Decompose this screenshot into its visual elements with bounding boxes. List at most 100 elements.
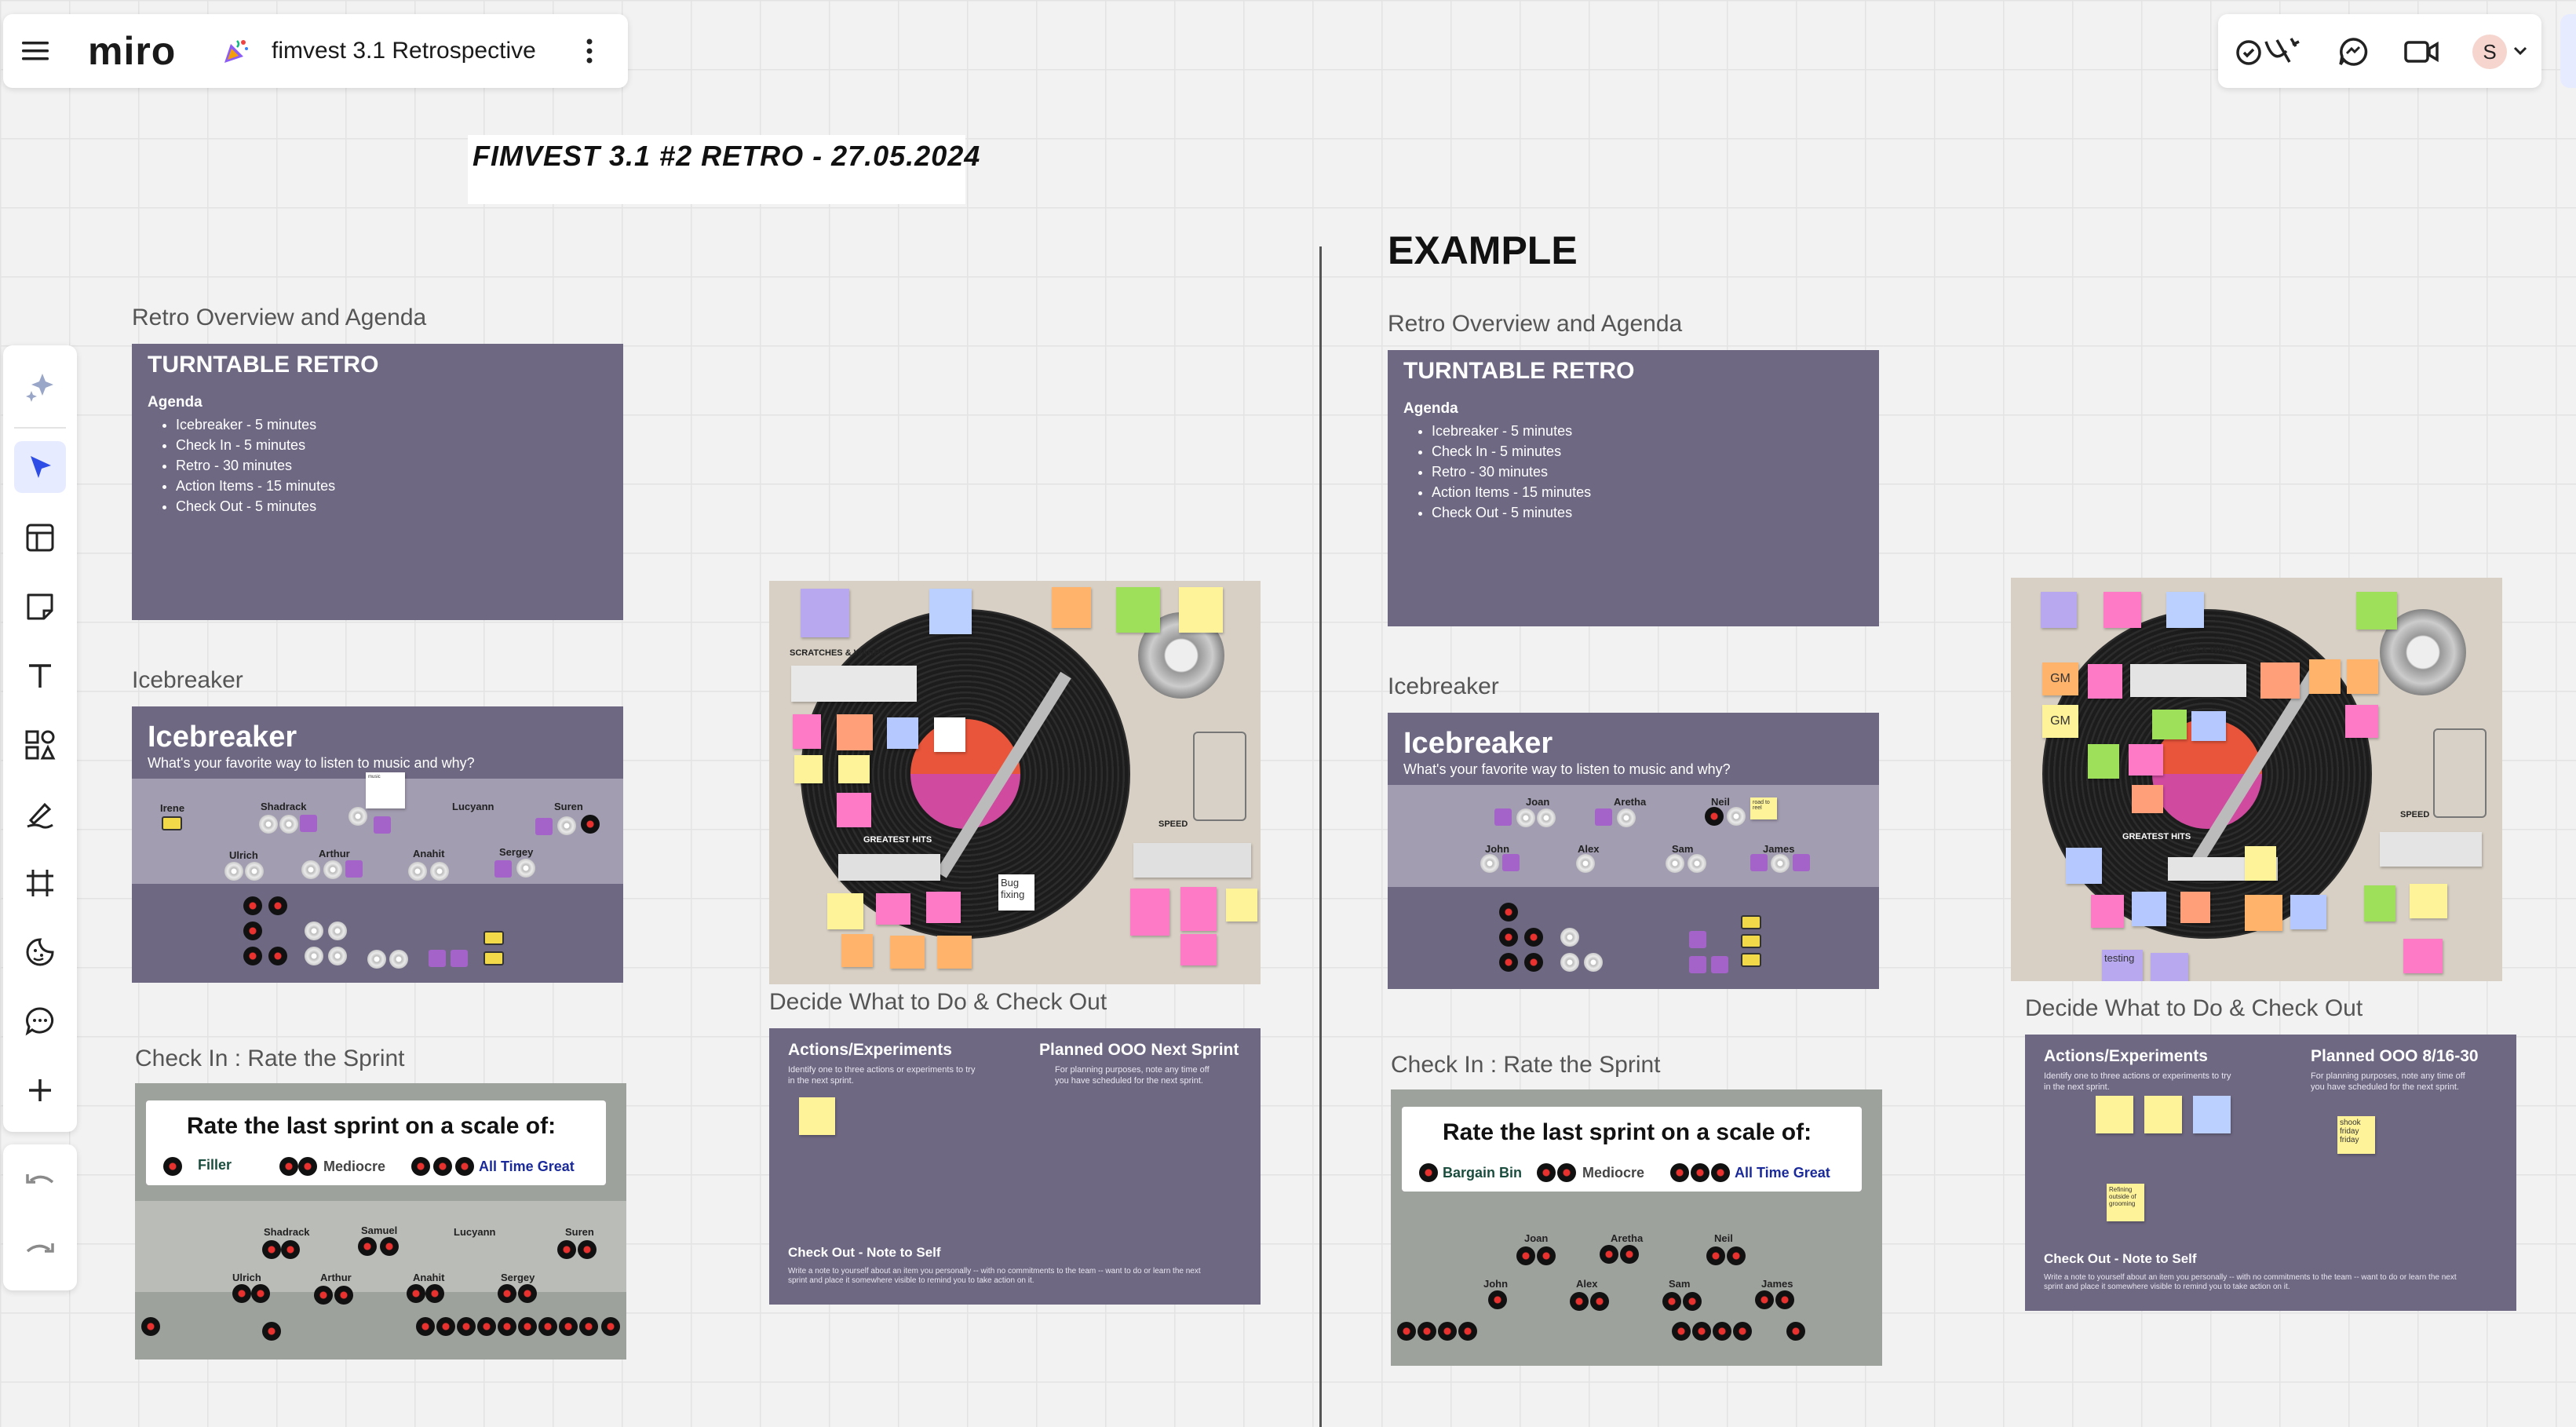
sticky-note[interactable]: [2410, 884, 2447, 918]
sticky-note[interactable]: [794, 755, 823, 783]
sticky-note[interactable]: [827, 893, 863, 929]
sticky-note[interactable]: music: [366, 772, 405, 808]
sticky-note[interactable]: [2091, 895, 2124, 928]
icebreaker-frame-example[interactable]: Icebreaker What's your favorite way to l…: [1388, 713, 1879, 989]
sticky-note[interactable]: [1052, 587, 1091, 628]
sticky-note[interactable]: [1180, 934, 1217, 965]
turntable-board[interactable]: SCRATCHES & WARPS GREATEST HITS SPEED Bu…: [769, 581, 1261, 984]
decide-frame-example[interactable]: Actions/Experiments Identify one to thre…: [2025, 1035, 2516, 1311]
chevron-down-icon[interactable]: [2513, 46, 2527, 60]
sticky-note[interactable]: [2347, 659, 2378, 694]
sticky-note[interactable]: [926, 892, 961, 923]
sticky-note[interactable]: [2309, 659, 2341, 694]
text-tool-icon[interactable]: [14, 650, 66, 702]
sticky-note[interactable]: [876, 893, 910, 925]
turntable-board-example[interactable]: SCRATCHES & WARPS GREATEST HITS SPEED GM…: [2011, 578, 2502, 981]
sticky-note[interactable]: [841, 934, 873, 967]
sticky-note-icon[interactable]: [14, 581, 66, 633]
frame-label-checkin[interactable]: Check In : Rate the Sprint: [135, 1046, 405, 1072]
sticky-note[interactable]: [2380, 832, 2482, 867]
overview-frame-example[interactable]: TURNTABLE RETRO Agenda Icebreaker - 5 mi…: [1388, 350, 1879, 626]
sticky-note[interactable]: [2041, 592, 2077, 628]
sticky-note[interactable]: [2129, 744, 2163, 776]
video-icon[interactable]: [2402, 33, 2441, 71]
sticky-note[interactable]: [2066, 848, 2102, 884]
sticky-note[interactable]: [2096, 1096, 2133, 1133]
sticky-note[interactable]: [799, 1097, 835, 1135]
sticky-note[interactable]: [2245, 895, 2282, 931]
sticky-note[interactable]: [2151, 953, 2188, 981]
sticky-note[interactable]: [1179, 587, 1223, 633]
sticky-note[interactable]: [890, 936, 925, 969]
sticky-note[interactable]: [1130, 889, 1169, 936]
overview-frame[interactable]: TURNTABLE RETRO Agenda Icebreaker - 5 mi…: [132, 344, 623, 620]
sticky-note[interactable]: [2345, 705, 2378, 738]
share-button[interactable]: [2560, 14, 2576, 88]
comment-icon[interactable]: [14, 995, 66, 1047]
ai-sparkle-icon[interactable]: [19, 364, 63, 408]
icebreaker-frame[interactable]: Icebreaker What's your favorite way to l…: [132, 706, 623, 983]
chat-icon[interactable]: [2334, 33, 2372, 71]
menu-icon[interactable]: [17, 33, 53, 69]
sticky-note[interactable]: [2290, 895, 2326, 929]
sticky-note[interactable]: [2088, 664, 2122, 699]
sticky-note[interactable]: Refining outside of grooming: [2107, 1184, 2144, 1221]
sticky-note[interactable]: [2132, 892, 2166, 926]
sticky-note[interactable]: [838, 755, 870, 783]
sticky-note[interactable]: [2166, 592, 2204, 628]
sticky-note-bug-fixing[interactable]: Bug fixing: [998, 874, 1034, 911]
board-heading-card[interactable]: FIMVEST 3.1 #2 RETRO - 27.05.2024: [468, 135, 980, 204]
sticky-note[interactable]: road to reel: [1750, 797, 1777, 819]
sticky-note[interactable]: [2193, 1096, 2231, 1133]
frame-label-decide[interactable]: Decide What to Do & Check Out: [769, 989, 1107, 1016]
sticky-note[interactable]: [1226, 889, 1257, 922]
undo-icon[interactable]: [14, 1157, 66, 1209]
sticky-note[interactable]: [2180, 892, 2210, 923]
example-heading[interactable]: EXAMPLE: [1388, 228, 1578, 273]
more-options-icon[interactable]: [571, 33, 608, 69]
add-more-icon[interactable]: [14, 1064, 66, 1116]
sticky-note[interactable]: [1180, 887, 1217, 931]
sticky-note[interactable]: [2356, 592, 2397, 630]
reactions-icon[interactable]: [2232, 30, 2308, 72]
sticky-note[interactable]: [1116, 587, 1160, 633]
sticky-note-gm[interactable]: GM: [2042, 705, 2078, 738]
sticky-note[interactable]: [791, 666, 917, 702]
select-tool-icon[interactable]: [14, 441, 66, 493]
sticky-note[interactable]: [929, 589, 972, 634]
sticky-note[interactable]: [838, 854, 940, 881]
sticky-note[interactable]: [793, 714, 821, 749]
sticky-note[interactable]: [2132, 785, 2163, 813]
sticky-note[interactable]: [801, 589, 849, 637]
checkin-frame[interactable]: Rate the last sprint on a scale of: Fill…: [135, 1083, 626, 1359]
sticky-note[interactable]: [2191, 711, 2226, 741]
templates-icon[interactable]: [14, 512, 66, 564]
frame-icon[interactable]: [14, 857, 66, 909]
decide-frame[interactable]: Actions/Experiments Identify one to thre…: [769, 1028, 1261, 1305]
frame-label-decide-example[interactable]: Decide What to Do & Check Out: [2025, 995, 2363, 1022]
frame-label-icebreaker-example[interactable]: Icebreaker: [1388, 673, 1499, 700]
sticky-note[interactable]: [2364, 885, 2395, 922]
sticky-note[interactable]: shook friday friday: [2337, 1116, 2375, 1154]
sticky-note[interactable]: [837, 714, 873, 750]
sticky-note[interactable]: [837, 793, 871, 827]
sticky-note[interactable]: [2260, 662, 2300, 699]
frame-label-checkin-example[interactable]: Check In : Rate the Sprint: [1391, 1052, 1661, 1078]
sticky-note[interactable]: [1133, 843, 1251, 878]
sticky-note[interactable]: [934, 717, 965, 752]
sticky-note-testing[interactable]: testing: [2102, 950, 2143, 981]
sticky-note[interactable]: [887, 717, 918, 749]
sticky-note[interactable]: [2144, 1096, 2182, 1133]
sticky-note[interactable]: [2130, 664, 2246, 697]
sticky-note[interactable]: [937, 936, 972, 969]
frame-label-overview[interactable]: Retro Overview and Agenda: [132, 305, 426, 331]
sticky-note[interactable]: [2245, 846, 2276, 881]
sticky-note-gm[interactable]: GM: [2042, 662, 2078, 695]
sticky-note[interactable]: [2403, 939, 2443, 973]
sticky-note[interactable]: [2088, 744, 2119, 779]
miro-logo[interactable]: miro: [88, 28, 176, 74]
frame-label-overview-example[interactable]: Retro Overview and Agenda: [1388, 311, 1682, 338]
sticky-note[interactable]: [2152, 710, 2187, 739]
checkin-frame-example[interactable]: Rate the last sprint on a scale of: Barg…: [1391, 1089, 1882, 1366]
redo-icon[interactable]: [14, 1226, 66, 1278]
